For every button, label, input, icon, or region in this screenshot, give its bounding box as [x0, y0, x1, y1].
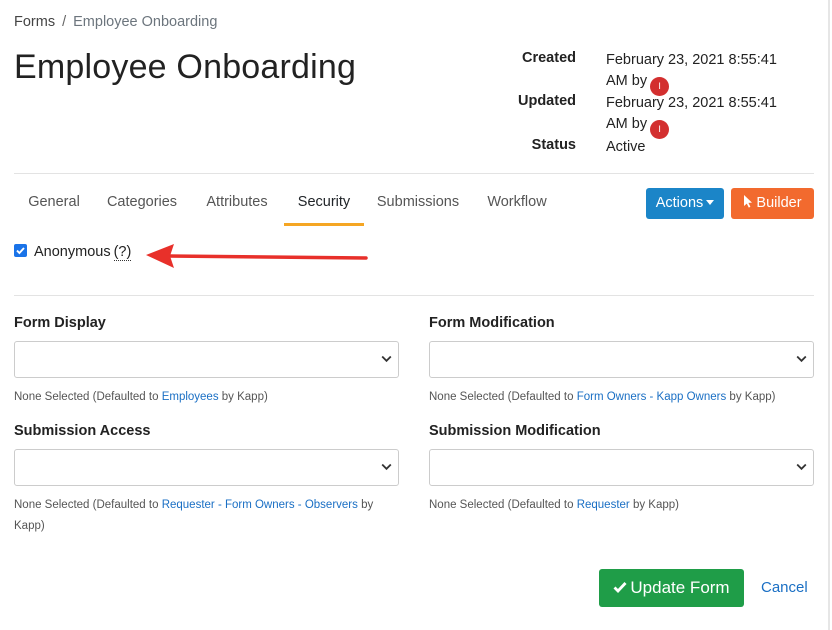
- submission-access-help: None Selected (Defaulted to Requester - …: [14, 495, 399, 537]
- submission-access-select[interactable]: [14, 449, 399, 486]
- cancel-link[interactable]: Cancel: [761, 579, 808, 596]
- submission-modification-label: Submission Modification: [429, 423, 601, 439]
- breadcrumb-current: Employee Onboarding: [73, 14, 218, 30]
- builder-label: Builder: [756, 195, 802, 211]
- actions-label: Actions: [655, 195, 704, 211]
- window-edge: [828, 0, 830, 630]
- page-title: Employee Onboarding: [14, 48, 357, 86]
- update-form-label: Update Form: [630, 578, 730, 597]
- submission-access-field: Submission Access None Selected (Default…: [14, 423, 399, 532]
- anonymous-option: Anonymous (?): [14, 244, 132, 261]
- tab-submissions[interactable]: Submissions: [370, 186, 466, 226]
- created-value: February 23, 2021 8:55:41 AM by I: [606, 50, 796, 96]
- help-prefix: None Selected (Defaulted to: [14, 499, 162, 511]
- check-icon: [613, 582, 627, 594]
- tab-security[interactable]: Security: [284, 186, 364, 226]
- form-modification-help: None Selected (Defaulted to Form Owners …: [429, 387, 814, 408]
- updated-text: February 23, 2021 8:55:41 AM by: [606, 95, 777, 132]
- help-prefix: None Selected (Defaulted to: [429, 499, 577, 511]
- help-prefix: None Selected (Defaulted to: [14, 391, 162, 403]
- anonymous-help-tooltip[interactable]: (?): [113, 244, 132, 261]
- help-suffix: by Kapp): [629, 499, 679, 511]
- updated-label: Updated: [518, 93, 576, 109]
- anonymous-label[interactable]: Anonymous: [34, 244, 111, 260]
- breadcrumb: Forms / Employee Onboarding: [14, 14, 217, 30]
- form-modification-field: Form Modification None Selected (Default…: [429, 315, 814, 403]
- section-divider: [14, 295, 814, 296]
- tab-categories[interactable]: Categories: [98, 186, 186, 226]
- status-value: Active: [606, 139, 646, 155]
- caret-down-icon: [706, 200, 715, 205]
- form-modification-select[interactable]: [429, 341, 814, 378]
- submission-modification-select[interactable]: [429, 449, 814, 486]
- help-prefix: None Selected (Defaulted to: [429, 391, 577, 403]
- submission-modification-help: None Selected (Defaulted to Requester by…: [429, 495, 814, 516]
- status-label: Status: [531, 137, 576, 153]
- breadcrumb-forms-link[interactable]: Forms: [14, 14, 55, 30]
- red-arrow-annotation: [146, 244, 368, 268]
- chevron-down-icon: [381, 463, 392, 471]
- tab-general[interactable]: General: [14, 186, 94, 226]
- form-display-select[interactable]: [14, 341, 399, 378]
- actions-dropdown-button[interactable]: Actions: [646, 188, 724, 219]
- created-text: February 23, 2021 8:55:41 AM by: [606, 52, 777, 89]
- anonymous-checkbox[interactable]: [14, 244, 27, 257]
- form-modification-label: Form Modification: [429, 315, 555, 331]
- header-divider: [14, 173, 814, 174]
- chevron-down-icon: [796, 463, 807, 471]
- employees-link[interactable]: Employees: [162, 391, 219, 403]
- breadcrumb-separator: /: [62, 14, 67, 30]
- help-suffix: by Kapp): [726, 391, 776, 403]
- check-icon: [16, 247, 25, 255]
- created-label: Created: [522, 50, 576, 66]
- submission-access-label: Submission Access: [14, 423, 151, 439]
- chevron-down-icon: [796, 355, 807, 363]
- cursor-arrow-icon: [744, 195, 753, 208]
- tab-attributes[interactable]: Attributes: [196, 186, 278, 226]
- form-display-help: None Selected (Defaulted to Employees by…: [14, 387, 399, 408]
- builder-button[interactable]: Builder: [731, 188, 814, 219]
- tab-workflow[interactable]: Workflow: [480, 186, 554, 226]
- form-owners-link[interactable]: Form Owners - Kapp Owners: [577, 391, 727, 403]
- updated-value: February 23, 2021 8:55:41 AM by I: [606, 93, 796, 139]
- submission-modification-field: Submission Modification None Selected (D…: [429, 423, 814, 511]
- chevron-down-icon: [381, 355, 392, 363]
- requester-owners-observers-link[interactable]: Requester - Form Owners - Observers: [162, 499, 358, 511]
- update-form-button[interactable]: Update Form: [599, 569, 744, 607]
- form-display-label: Form Display: [14, 315, 106, 331]
- help-suffix: by Kapp): [218, 391, 268, 403]
- form-display-field: Form Display None Selected (Defaulted to…: [14, 315, 399, 403]
- requester-link[interactable]: Requester: [577, 499, 630, 511]
